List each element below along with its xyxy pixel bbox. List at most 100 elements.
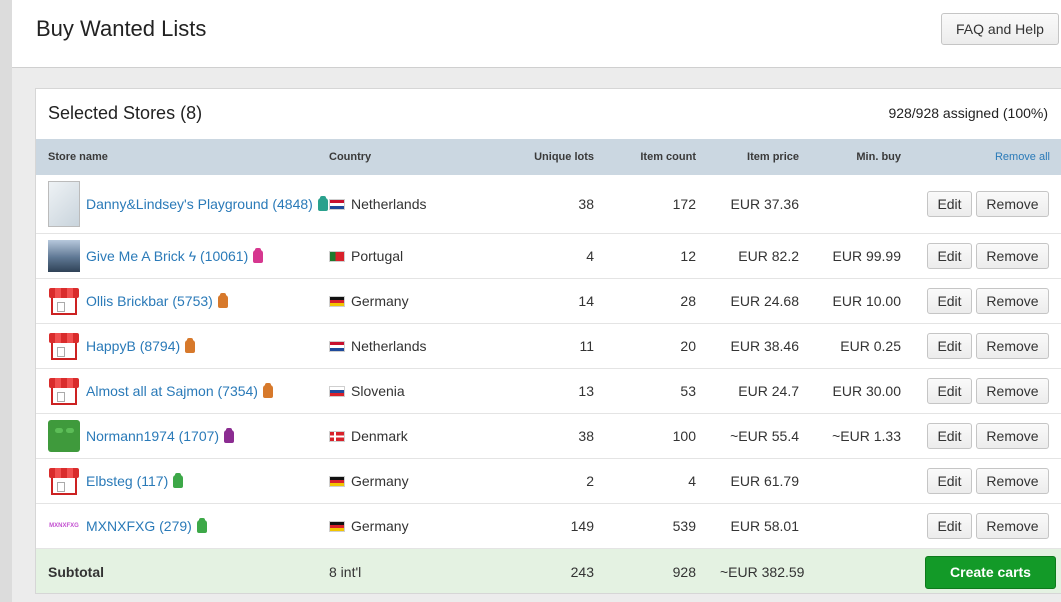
unique-lots-value: 4 xyxy=(586,247,594,264)
min-buy-value xyxy=(811,503,913,548)
store-name-link[interactable]: MXNXFXG (279) xyxy=(86,518,192,534)
panel-title: Selected Stores (8) xyxy=(48,103,203,123)
remove-button[interactable]: Remove xyxy=(976,377,1049,404)
edit-button[interactable]: Edit xyxy=(927,242,972,269)
subtotal-country: 8 int'l xyxy=(329,564,362,581)
item-price-value: EUR 24.68 xyxy=(730,292,799,309)
assigned-summary: 928/928 assigned (100%) xyxy=(888,105,1048,121)
country-name: Netherlands xyxy=(351,337,427,354)
faq-help-button[interactable]: FAQ and Help xyxy=(941,13,1059,45)
lego-brick-icon xyxy=(48,419,80,452)
feedback-badge-icon xyxy=(262,382,273,398)
selected-stores-panel: Selected Stores (8) 928/928 assigned (10… xyxy=(35,88,1061,594)
unique-lots-value: 2 xyxy=(586,472,594,489)
item-count-value: 172 xyxy=(672,195,696,212)
item-count-value: 539 xyxy=(672,517,696,534)
col-item-count[interactable]: Item count xyxy=(606,139,708,175)
table-row: MXNXFXG MXNXFXG (279) Germany 149 539 EUR 58.… xyxy=(36,503,1061,548)
col-unique-lots[interactable]: Unique lots xyxy=(467,139,606,175)
remove-button[interactable]: Remove xyxy=(976,332,1049,359)
col-country[interactable]: Country xyxy=(317,139,467,175)
min-buy-value: EUR 10.00 xyxy=(832,292,901,309)
storefront-icon xyxy=(48,374,80,407)
item-count-value: 4 xyxy=(688,472,696,489)
feedback-badge-icon xyxy=(185,337,196,353)
edit-button[interactable]: Edit xyxy=(927,332,972,359)
item-price-value: EUR 38.46 xyxy=(730,337,799,354)
subtotal-label: Subtotal xyxy=(48,564,104,581)
unique-lots-value: 14 xyxy=(578,292,594,309)
table-row: Elbsteg (117) Germany 2 4 EUR 61.79 Edit Remov… xyxy=(36,458,1061,503)
subtotal-unique-lots: 243 xyxy=(570,564,594,581)
country-name: Slovenia xyxy=(351,382,405,399)
unique-lots-value: 38 xyxy=(578,427,594,444)
unique-lots-value: 13 xyxy=(578,382,594,399)
store-name-link[interactable]: Danny&Lindsey's Playground (4848) xyxy=(86,196,313,212)
remove-button[interactable]: Remove xyxy=(976,512,1049,539)
edit-button[interactable]: Edit xyxy=(927,422,972,449)
store-name-link[interactable]: Give Me A Brick ϟ (10061) xyxy=(86,248,248,264)
country-flag-icon xyxy=(329,198,345,210)
country-name: Portugal xyxy=(351,247,404,264)
remove-all-link[interactable]: Remove all xyxy=(995,151,1050,163)
col-min-buy[interactable]: Min. buy xyxy=(811,139,913,175)
country-flag-icon xyxy=(329,295,345,307)
edit-button[interactable]: Edit xyxy=(927,512,972,539)
edit-button[interactable]: Edit xyxy=(927,190,972,217)
subtotal-row: Subtotal 8 int'l 243 928 ~EUR 382.59 Create c… xyxy=(36,548,1061,593)
country-flag-icon xyxy=(329,520,345,532)
item-count-value: 28 xyxy=(680,292,696,309)
store-name-link[interactable]: Elbsteg (117) xyxy=(86,473,168,489)
item-count-value: 12 xyxy=(680,247,696,264)
remove-button[interactable]: Remove xyxy=(976,287,1049,314)
country-flag-icon xyxy=(329,385,345,397)
col-store-name[interactable]: Store name xyxy=(36,139,317,175)
edit-button[interactable]: Edit xyxy=(927,377,972,404)
item-price-value: ~EUR 55.4 xyxy=(730,427,799,444)
country-flag-icon xyxy=(329,250,345,262)
feedback-badge-icon xyxy=(196,517,207,533)
store-name-link[interactable]: Normann1974 (1707) xyxy=(86,428,219,444)
store-name-link[interactable]: Ollis Brickbar (5753) xyxy=(86,293,213,309)
remove-button[interactable]: Remove xyxy=(976,422,1049,449)
edit-button[interactable]: Edit xyxy=(927,467,972,494)
page-title: Buy Wanted Lists xyxy=(36,16,207,41)
store-name-link[interactable]: HappyB (8794) xyxy=(86,338,180,354)
min-buy-value xyxy=(811,175,913,233)
country-name: Denmark xyxy=(351,427,408,444)
store-name-link[interactable]: Almost all at Sajmon (7354) xyxy=(86,383,258,399)
min-buy-value: EUR 30.00 xyxy=(832,382,901,399)
country-name: Germany xyxy=(351,517,409,534)
min-buy-value xyxy=(811,458,913,503)
feedback-badge-icon xyxy=(224,427,235,443)
unique-lots-value: 11 xyxy=(579,337,594,354)
remove-button[interactable]: Remove xyxy=(976,242,1049,269)
item-count-value: 20 xyxy=(680,337,696,354)
storefront-icon xyxy=(48,284,80,317)
panel-header: Selected Stores (8) 928/928 assigned (10… xyxy=(36,89,1061,139)
min-buy-value: ~EUR 1.33 xyxy=(832,427,901,444)
edit-button[interactable]: Edit xyxy=(927,287,972,314)
item-price-value: EUR 82.2 xyxy=(738,247,799,264)
unique-lots-value: 149 xyxy=(570,517,594,534)
item-price-value: EUR 24.7 xyxy=(738,382,799,399)
feedback-badge-icon xyxy=(173,472,184,488)
feedback-badge-icon xyxy=(217,292,228,308)
remove-button[interactable]: Remove xyxy=(976,467,1049,494)
subtotal-item-price: ~EUR 382.59 xyxy=(720,564,805,581)
remove-button[interactable]: Remove xyxy=(976,190,1049,217)
item-price-value: EUR 37.36 xyxy=(730,195,799,212)
store-logo-icon xyxy=(48,239,80,272)
table-row: Ollis Brickbar (5753) Germany 14 28 EUR 24.6… xyxy=(36,278,1061,323)
feedback-badge-icon xyxy=(317,195,328,211)
country-flag-icon xyxy=(329,340,345,352)
table-header-row: Store name Country Unique lots Item coun… xyxy=(36,139,1061,175)
page-header: Buy Wanted Lists FAQ and Help xyxy=(12,0,1061,68)
store-logo-icon xyxy=(48,180,80,227)
col-item-price[interactable]: Item price xyxy=(708,139,811,175)
table-row: Danny&Lindsey's Playground (4848) Netherl… xyxy=(36,175,1061,233)
storefront-icon xyxy=(48,464,80,497)
unique-lots-value: 38 xyxy=(578,195,594,212)
create-carts-button[interactable]: Create carts xyxy=(925,555,1056,589)
subtotal-item-count: 928 xyxy=(672,564,696,581)
